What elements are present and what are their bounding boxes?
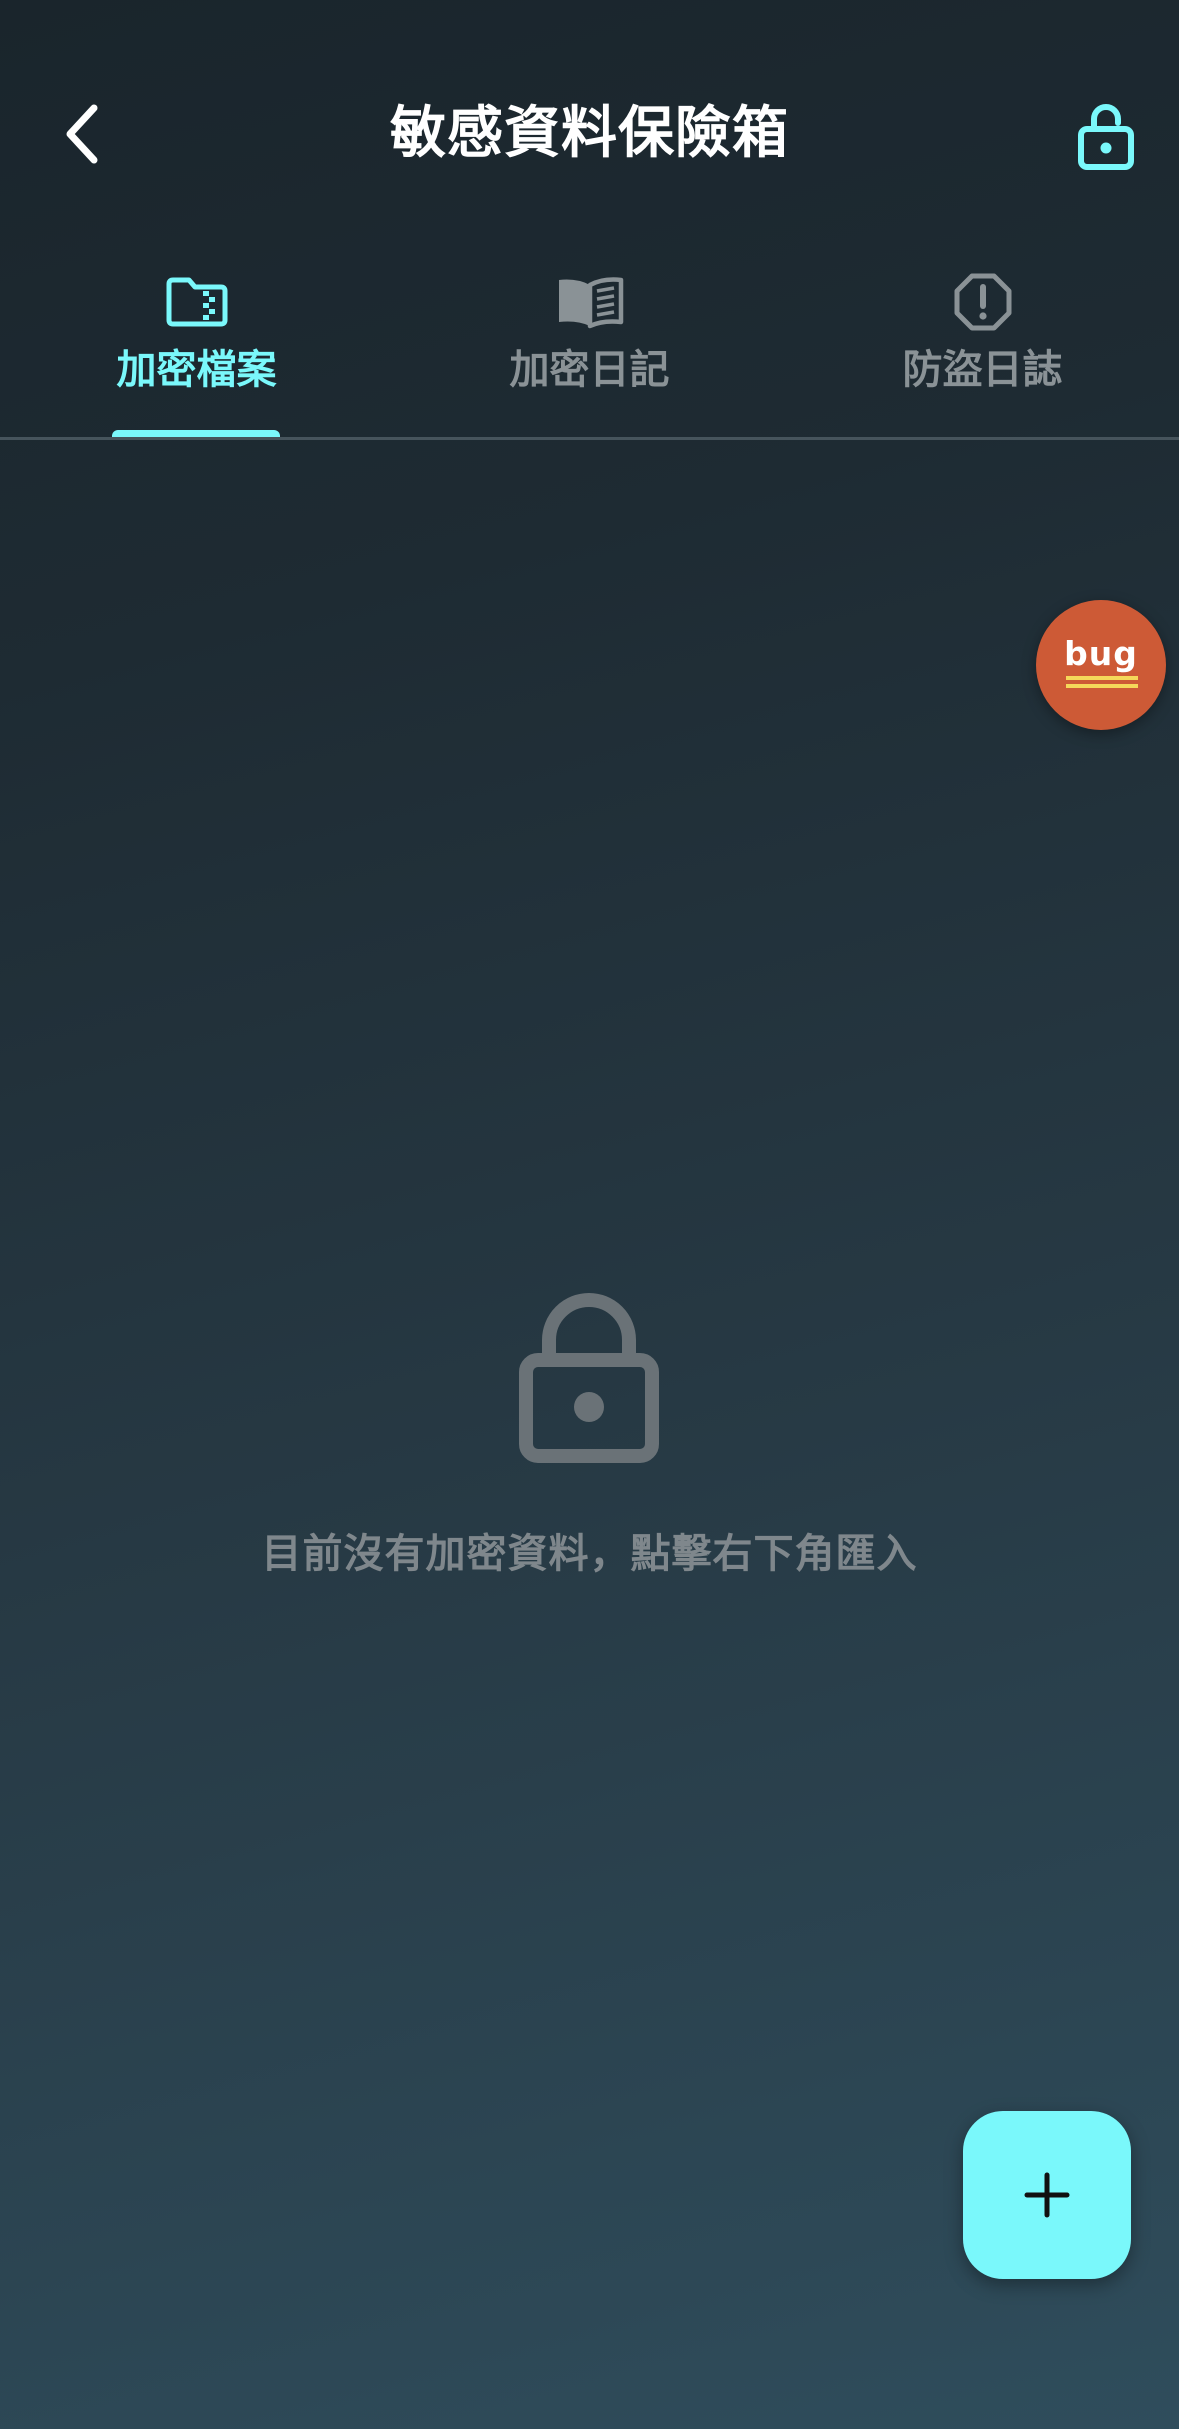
bug-underline [1066,676,1138,680]
tab-theft-log[interactable]: 防盜日誌 [786,250,1179,440]
debug-bug-button[interactable]: bug [1036,600,1166,730]
add-import-button[interactable] [963,2111,1131,2279]
tab-label: 防盜日誌 [902,347,1063,393]
app-header: 敏感資料保險箱 [0,0,1179,230]
alert-octagon-icon [786,262,1179,342]
plus-icon [1024,2172,1070,2218]
lock-icon [519,1293,659,1463]
lock-open-icon [1078,104,1134,170]
tab-divider [0,437,1179,440]
tab-label: 加密日記 [509,347,670,393]
bug-label: bug [1064,634,1138,673]
tab-encrypted-diary[interactable]: 加密日記 [393,250,786,440]
tab-label: 加密檔案 [116,347,277,393]
tab-encrypted-files[interactable]: 加密檔案 [0,250,393,440]
book-open-icon [393,262,786,342]
chevron-left-icon [66,104,98,164]
page-title: 敏感資料保險箱 [390,101,789,166]
folder-zip-icon [0,262,393,342]
tab-bar: 加密檔案 加密日記 防盜日誌 [0,250,1179,440]
lock-button[interactable] [1060,92,1152,180]
empty-state-message: 目前沒有加密資料，點擊右下角匯入 [261,1531,918,1577]
bug-underline [1066,684,1138,688]
back-button[interactable] [40,90,128,178]
